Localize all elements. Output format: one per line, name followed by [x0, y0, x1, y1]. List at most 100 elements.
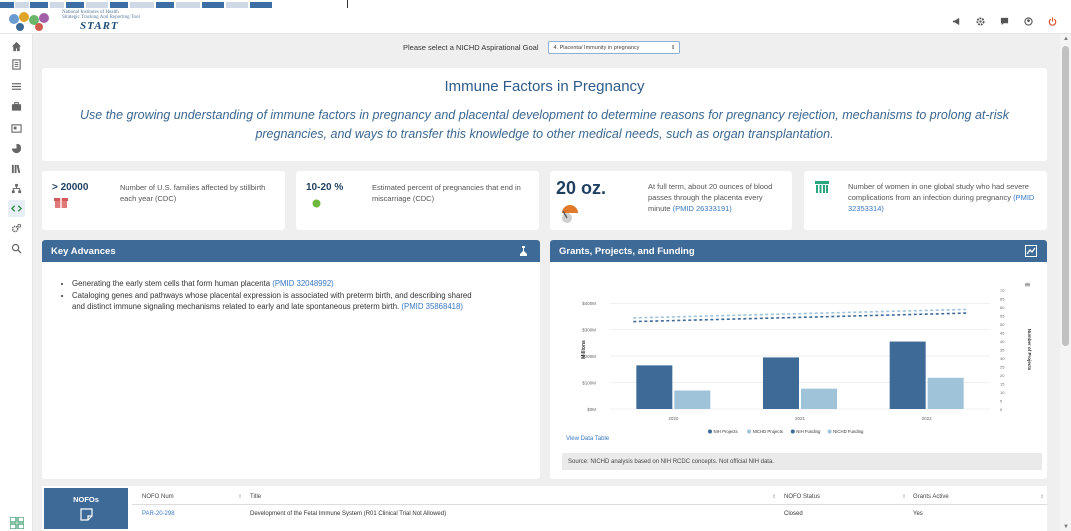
nofo-num-link[interactable]: PAR-20-298 [142, 511, 175, 517]
newspaper-icon[interactable] [8, 120, 25, 137]
view-data-table-link[interactable]: View Data Table [566, 436, 609, 442]
y2-tick-label: 65 [1000, 297, 1005, 302]
gauge-icon [562, 205, 578, 223]
grid-icon[interactable] [10, 517, 24, 529]
col-header-status[interactable]: NOFO Status [784, 494, 820, 500]
y2-tick-label: 40 [1000, 339, 1005, 344]
list-icon[interactable] [8, 78, 25, 95]
goal-select[interactable]: 4. Placenta/ Immunity in pregnancy ⇕ [548, 41, 681, 54]
sort-icon[interactable]: ⇕ [238, 494, 242, 500]
org-chart-icon[interactable] [8, 180, 25, 197]
y2-tick-label: 0 [1000, 407, 1003, 412]
y2-tick-label: 70 [1000, 288, 1005, 293]
sort-icon[interactable]: ⇕ [1040, 494, 1044, 500]
scroll-down-arrow[interactable]: ▼ [1063, 524, 1069, 530]
y2-axis-label: Number of Projects [1027, 329, 1032, 371]
y2-tick-label: 60 [1000, 305, 1005, 310]
stat-text: Number of U.S. families affected by stil… [120, 183, 266, 203]
bar-nichd-funding [674, 390, 711, 409]
stat-card-stillbirth: > 20000 Number of U.S. families affected… [42, 171, 285, 230]
table-row: PAR-20-298 Development of the Fetal Immu… [132, 508, 1047, 522]
bar-nih-funding [636, 365, 673, 409]
search-icon[interactable] [8, 240, 25, 257]
stat-value: > 20000 [52, 182, 89, 193]
y2-tick-label: 25 [1000, 365, 1005, 370]
user-icon[interactable] [1023, 16, 1033, 26]
col-header-grants-active[interactable]: Grants Active [913, 494, 949, 500]
chat-icon[interactable] [999, 16, 1009, 26]
gear-icon[interactable] [975, 16, 985, 26]
key-advances-list: Generating the early stem cells that for… [64, 278, 484, 313]
col-header-nofo-num[interactable]: NOFO Num [142, 494, 174, 500]
bar-nih-funding [889, 341, 926, 409]
library-icon[interactable] [8, 160, 25, 177]
y2-tick-label: 15 [1000, 382, 1005, 387]
nofo-label: NOFOs [73, 495, 99, 504]
legend-swatch [708, 429, 712, 434]
chart-menu-icon: ≡ [1024, 280, 1031, 289]
stat-text: At full term, about 20 ounces of blood p… [648, 182, 773, 213]
key-advances-panel: Key Advances Generating the early stem c… [42, 240, 540, 479]
page-title: Immune Factors in Pregnancy [444, 78, 645, 95]
y2-tick-label: 5 [1000, 399, 1003, 404]
scrollbar[interactable]: ▲ ▼ [1060, 34, 1071, 531]
stat-value: 20 oz. [556, 178, 607, 198]
y2-tick-label: 50 [1000, 322, 1005, 327]
y2-tick-label: 30 [1000, 356, 1005, 361]
x-tick-label: 2021 [795, 416, 806, 421]
nofo-table: NOFOs NOFO Num ⇕ Title ⇕ NOFO Status ⇕ G… [42, 486, 1047, 531]
y-tick-label: $400M [582, 301, 596, 306]
page-subtitle: Use the growing understanding of immune … [80, 108, 1009, 141]
pmid-link[interactable]: (PMID 26333191) [673, 204, 732, 213]
women-group-icon [815, 181, 829, 193]
y-tick-label: $0M [587, 407, 596, 412]
sort-icon[interactable]: ⇕ [772, 494, 776, 500]
bar-nih-funding [763, 357, 799, 409]
goal-select-value: 4. Placenta/ Immunity in pregnancy [553, 44, 640, 51]
code-icon[interactable] [8, 200, 25, 217]
chevron-updown-icon: ⇕ [670, 44, 676, 51]
y2-tick-label: 20 [1000, 373, 1005, 378]
legend-label: NICHD Projects [753, 429, 783, 434]
scientist-icon [520, 246, 527, 256]
scrollbar-thumb[interactable] [1062, 46, 1069, 346]
home-icon[interactable] [8, 38, 25, 55]
sidebar [0, 34, 33, 531]
stat-card-infection: Number of women in one global study who … [804, 171, 1047, 230]
bar-nichd-funding [801, 388, 837, 409]
y2-tick-label: 35 [1000, 348, 1005, 353]
stat-text: Estimated percent of pregnancies that en… [372, 183, 521, 203]
briefcase-icon[interactable] [8, 98, 25, 115]
power-icon[interactable] [1047, 16, 1057, 26]
document-icon[interactable] [8, 56, 25, 73]
pie-chart-icon[interactable] [8, 140, 25, 157]
stat-text: Number of women in one global study who … [848, 182, 1035, 213]
scroll-up-arrow[interactable]: ▲ [1063, 36, 1069, 42]
nih-start-logo[interactable] [6, 11, 56, 33]
logo-text: National Institutes of Health Strategic … [62, 10, 140, 20]
col-header-title[interactable]: Title [250, 494, 261, 500]
pmid-link[interactable]: (PMID 35868418) [401, 302, 463, 311]
table-header: NOFO Num ⇕ Title ⇕ NOFO Status ⇕ Grants … [132, 490, 1047, 505]
nofo-title: Development of the Fetal Immune System (… [250, 511, 447, 517]
goal-label: Please select a NICHD Aspirational Goal [403, 43, 539, 52]
panel-title: Key Advances [51, 245, 116, 257]
list-item: Cataloging genes and pathways whose plac… [72, 290, 484, 313]
funding-chart: $0M$100M$200M$300M$400M05101520253035404… [581, 280, 1032, 434]
line-chart-icon [1025, 245, 1037, 257]
y-axis-label: Millions [581, 340, 587, 359]
panel-header: Key Advances [42, 240, 540, 262]
legend-swatch [827, 429, 832, 434]
bar-nichd-funding [927, 377, 964, 409]
panel-header: Grants, Projects, and Funding [550, 240, 1047, 262]
green-dot-icon [312, 199, 321, 208]
settings-icon[interactable] [8, 220, 25, 237]
megaphone-icon[interactable] [951, 16, 961, 26]
pmid-link[interactable]: (PMID 32048992) [272, 279, 334, 288]
hero-card: Immune Factors in Pregnancy Use the grow… [42, 68, 1047, 161]
sort-icon[interactable]: ⇕ [902, 494, 906, 500]
grants-panel: Grants, Projects, and Funding $0M $100M $2… [550, 240, 1047, 479]
app-header: National Institutes of Health Strategic … [0, 8, 1071, 34]
logo-start: START [80, 20, 119, 32]
stat-card-placenta-flow: 20 oz. At full term, about 20 ounces of … [550, 171, 792, 230]
